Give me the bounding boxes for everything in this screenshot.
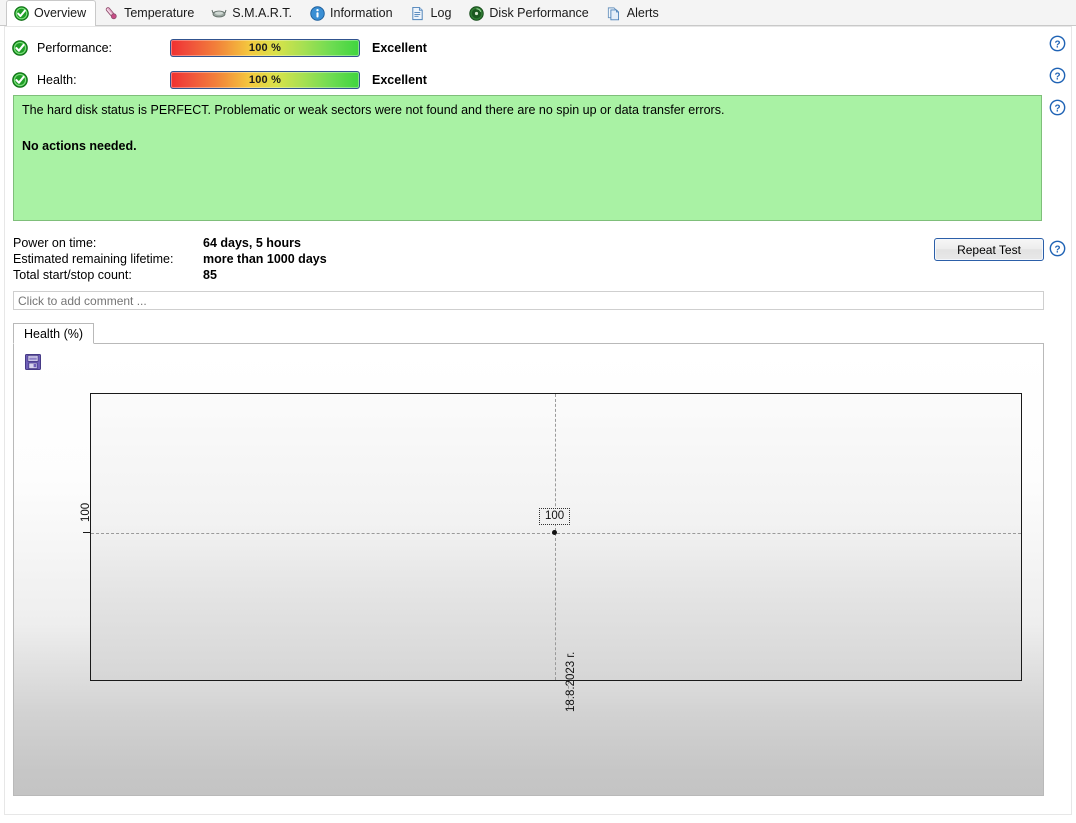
chart-tab-bar: Health (%)	[13, 323, 1044, 344]
tab-health-percent[interactable]: Health (%)	[13, 323, 95, 344]
green-check-icon	[12, 40, 28, 56]
info-value: more than 1000 days	[203, 252, 327, 266]
tab-label: Overview	[34, 6, 87, 20]
svg-text:?: ?	[1054, 71, 1060, 82]
chart-data-point	[552, 530, 557, 535]
disk-info-block: Power on time: 64 days, 5 hours Estimate…	[13, 235, 327, 283]
info-value: 64 days, 5 hours	[203, 236, 301, 250]
disk-icon	[468, 5, 484, 21]
status-message-line1: The hard disk status is PERFECT. Problem…	[22, 103, 725, 117]
thermometer-icon	[103, 5, 119, 21]
tab-disk-performance[interactable]: Disk Performance	[461, 0, 598, 25]
tab-temperature[interactable]: Temperature	[96, 0, 204, 25]
tab-label: Disk Performance	[489, 6, 589, 20]
green-check-icon	[13, 5, 29, 21]
status-message-panel: The hard disk status is PERFECT. Problem…	[13, 95, 1042, 221]
health-status-row: Health: 100 % Excellent ?	[0, 64, 1076, 96]
tab-alerts[interactable]: Alerts	[599, 0, 669, 25]
svg-text:?: ?	[1054, 39, 1060, 50]
health-chart-panel: 100 100 18.8.2023 г.	[13, 344, 1044, 796]
help-question-icon[interactable]: ?	[1049, 99, 1066, 116]
chart-y-tick-label: 100	[80, 502, 92, 522]
info-row: Power on time: 64 days, 5 hours	[13, 235, 327, 251]
chart-y-tick	[83, 532, 90, 533]
svg-text:?: ?	[1054, 244, 1060, 255]
performance-percent-text: 100 %	[248, 42, 282, 54]
tab-label: Temperature	[124, 6, 195, 20]
green-check-icon	[12, 72, 28, 88]
tab-label: Information	[330, 6, 393, 20]
health-verdict: Excellent	[372, 73, 427, 87]
smart-chip-icon	[211, 5, 227, 21]
info-key: Total start/stop count:	[13, 268, 132, 282]
tab-label: Log	[430, 6, 452, 20]
performance-verdict: Excellent	[372, 41, 427, 55]
info-row: Total start/stop count: 85	[13, 267, 327, 283]
comment-input[interactable]	[13, 291, 1044, 310]
tab-overview[interactable]: Overview	[6, 0, 97, 26]
help-question-icon[interactable]: ?	[1049, 67, 1066, 84]
document-icon	[410, 5, 426, 21]
save-floppy-icon[interactable]	[22, 351, 44, 373]
info-key: Power on time:	[13, 236, 97, 250]
health-progress-bar: 100 %	[170, 71, 360, 89]
svg-text:?: ?	[1054, 103, 1060, 114]
tab-smart[interactable]: S.M.A.R.T.	[204, 0, 302, 25]
performance-label: Performance:	[37, 41, 113, 55]
repeat-test-button[interactable]: Repeat Test	[934, 238, 1044, 261]
performance-status-row: Performance: 100 % Excellent ?	[0, 32, 1076, 64]
tab-log[interactable]: Log	[403, 0, 462, 25]
tab-label: S.M.A.R.T.	[232, 6, 293, 20]
chart-x-tick-label: 18.8.2023 г.	[565, 651, 577, 712]
chart-plot-area: 100	[90, 393, 1022, 681]
info-icon	[309, 5, 325, 21]
chart-gridline-vertical	[555, 394, 556, 680]
help-question-icon[interactable]: ?	[1049, 240, 1066, 257]
health-percent-text: 100 %	[248, 74, 282, 86]
tab-label: Alerts	[626, 6, 659, 20]
help-question-icon[interactable]: ?	[1049, 35, 1066, 52]
copy-page-icon	[606, 5, 622, 21]
main-tab-bar: Overview Temperature S.M.A.R.T. Informat…	[0, 0, 1076, 26]
tab-information[interactable]: Information	[302, 0, 403, 25]
health-label: Health:	[37, 73, 77, 87]
info-value: 85	[203, 268, 217, 282]
status-message-line2: No actions needed.	[22, 139, 137, 153]
chart-point-label: 100	[539, 508, 571, 525]
info-key: Estimated remaining lifetime:	[13, 252, 174, 266]
info-row: Estimated remaining lifetime: more than …	[13, 251, 327, 267]
performance-progress-bar: 100 %	[170, 39, 360, 57]
